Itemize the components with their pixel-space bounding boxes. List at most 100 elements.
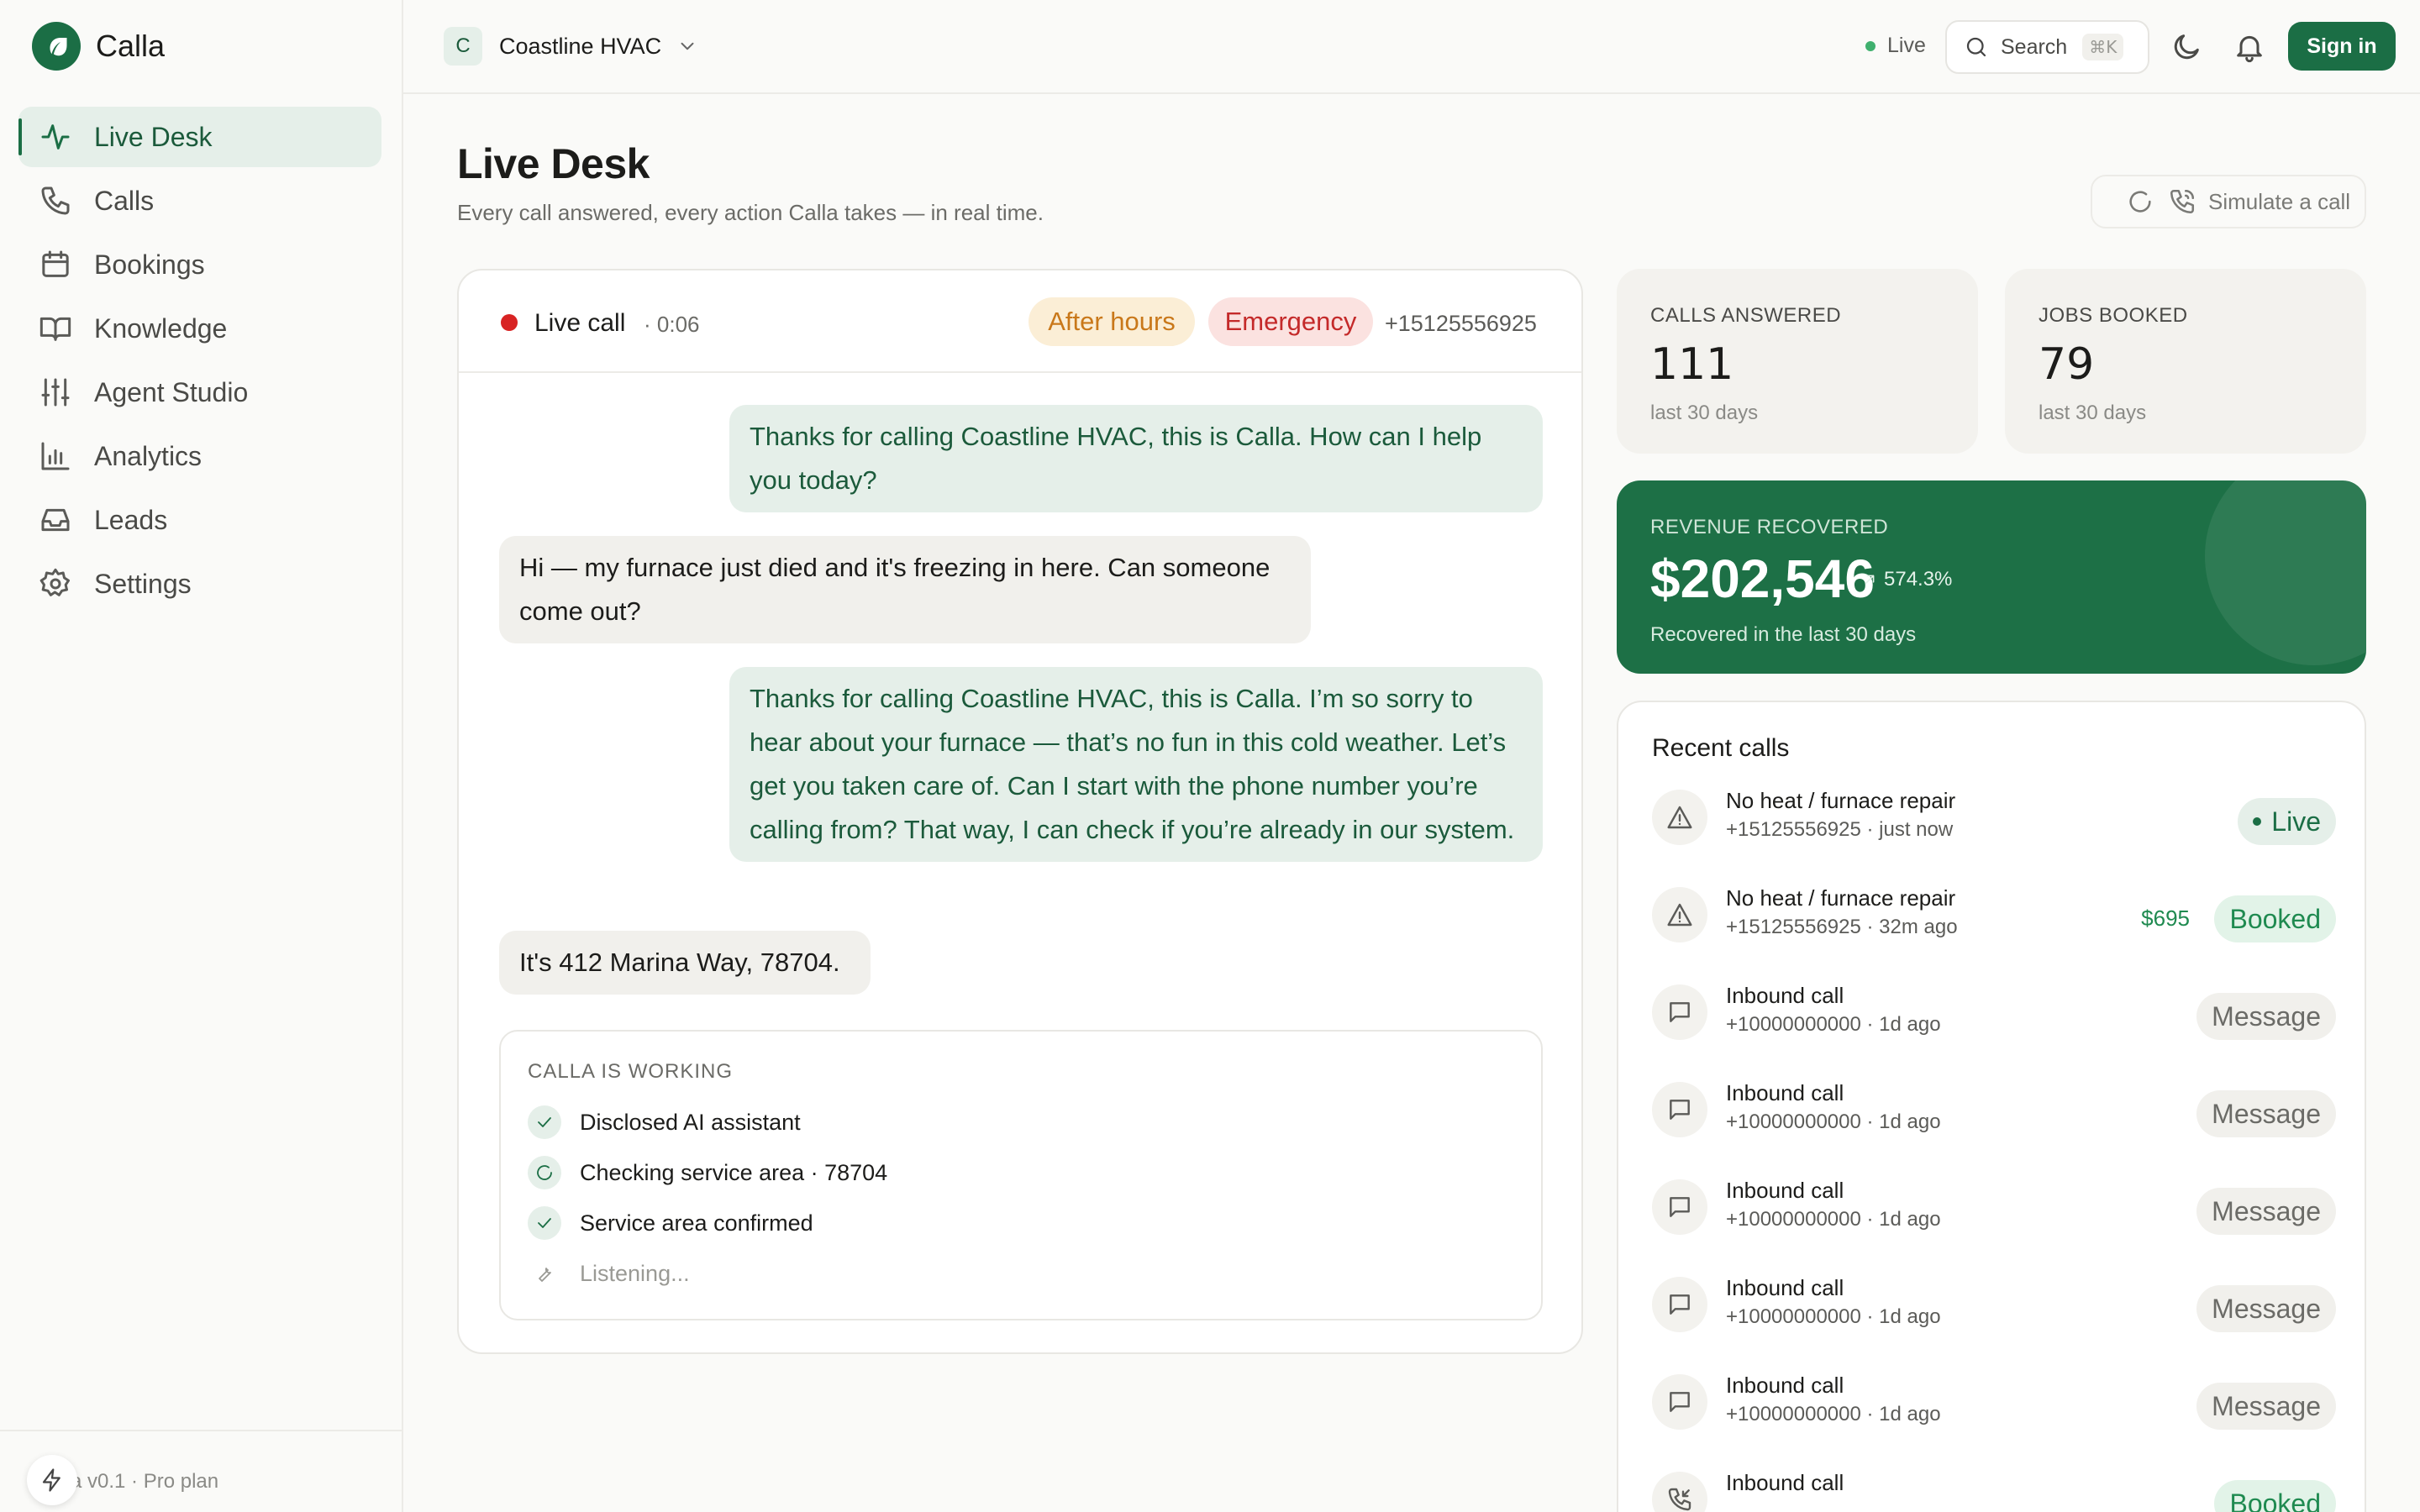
step-label: Listening... bbox=[580, 1260, 690, 1286]
recent-call-row[interactable]: Inbound call +10000000000 · 1d ago Messa… bbox=[1652, 1267, 2336, 1351]
recent-call-row[interactable]: Inbound call +10000000000 · 1d ago Messa… bbox=[1652, 974, 2336, 1058]
sidebar-item-leads[interactable]: Leads bbox=[18, 490, 381, 550]
message-icon bbox=[1652, 1374, 1707, 1430]
sidebar-item-agent-studio[interactable]: Agent Studio bbox=[18, 362, 381, 423]
decorative-circle bbox=[2205, 480, 2366, 665]
step-item: Checking service area · 78704 bbox=[528, 1156, 887, 1189]
agent-working-panel: CALLA IS WORKING Disclosed AI assistant … bbox=[499, 1030, 1543, 1320]
row-title: Inbound call bbox=[1726, 1373, 1844, 1398]
spinner-icon bbox=[528, 1156, 561, 1189]
recent-call-row[interactable]: Inbound call Booked bbox=[1652, 1462, 2336, 1512]
sidebar-item-label: Leads bbox=[94, 504, 168, 535]
sign-in-button[interactable]: Sign in bbox=[2288, 22, 2396, 71]
phone-icon bbox=[39, 184, 72, 218]
sidebar: Calla Live Desk Calls Bookings Knowledge… bbox=[0, 0, 403, 1512]
call-duration: · 0:06 bbox=[644, 312, 700, 337]
sidebar-item-bookings[interactable]: Bookings bbox=[18, 234, 381, 295]
row-subtitle: +15125556925 · just now bbox=[1726, 818, 1954, 841]
org-name: Coastline HVAC bbox=[499, 33, 662, 59]
revenue-note: Recovered in the last 30 days bbox=[1650, 623, 1917, 646]
sidebar-item-label: Live Desk bbox=[94, 121, 213, 152]
call-header: Live call · 0:06 After hours Emergency +… bbox=[459, 270, 1581, 373]
status-badge: Live bbox=[2238, 798, 2336, 845]
check-icon bbox=[528, 1206, 561, 1240]
agent-message: Thanks for calling Coastline HVAC, this … bbox=[729, 405, 1543, 512]
sidebar-item-settings[interactable]: Settings bbox=[18, 554, 381, 614]
stat-value: 79 bbox=[2039, 339, 2095, 390]
sidebar-item-calls[interactable]: Calls bbox=[18, 171, 381, 231]
sidebar-item-label: Settings bbox=[94, 568, 192, 599]
sidebar-item-label: Analytics bbox=[94, 440, 203, 471]
live-dot bbox=[1865, 40, 1876, 51]
status-badge: Message bbox=[2196, 1285, 2336, 1332]
sidebar-item-label: Agent Studio bbox=[94, 376, 249, 407]
recent-call-row[interactable]: Inbound call +10000000000 · 1d ago Messa… bbox=[1652, 1169, 2336, 1253]
row-title: Inbound call bbox=[1726, 1275, 1844, 1300]
recent-call-row[interactable]: No heat / furnace repair +15125556925 · … bbox=[1652, 780, 2336, 864]
row-subtitle: +10000000000 · 1d ago bbox=[1726, 1208, 1941, 1231]
row-title: Inbound call bbox=[1726, 983, 1844, 1008]
topbar: C Coastline HVAC Live Search ⌘K Sign in bbox=[403, 0, 2420, 94]
message-icon bbox=[1652, 1082, 1707, 1137]
check-icon bbox=[528, 1105, 561, 1139]
step-label: Service area confirmed bbox=[580, 1210, 813, 1236]
sidebar-item-label: Bookings bbox=[94, 249, 205, 280]
page-title: Live Desk bbox=[457, 140, 650, 187]
caller-phone: +15125556925 bbox=[1385, 311, 1537, 336]
row-title: No heat / furnace repair bbox=[1726, 788, 1956, 813]
working-title: CALLA IS WORKING bbox=[528, 1060, 734, 1083]
step-item: Disclosed AI assistant bbox=[528, 1105, 801, 1139]
live-call-panel: Live call · 0:06 After hours Emergency +… bbox=[457, 269, 1583, 1354]
status-badge: Booked bbox=[2214, 895, 2336, 942]
recent-call-row[interactable]: Inbound call +10000000000 · 1d ago Messa… bbox=[1652, 1072, 2336, 1156]
alert-triangle-icon bbox=[1652, 790, 1707, 845]
status-badge: Message bbox=[2196, 993, 2336, 1040]
recording-dot bbox=[501, 314, 518, 331]
caller-message: Hi — my furnace just died and it's freez… bbox=[499, 536, 1311, 643]
lightning-icon[interactable] bbox=[27, 1455, 77, 1505]
revenue-trend: 574.3% bbox=[1860, 568, 1952, 591]
status-badge: Booked bbox=[2214, 1480, 2336, 1512]
revenue-label: REVENUE RECOVERED bbox=[1650, 516, 1889, 538]
call-status: Live call bbox=[534, 309, 626, 337]
recent-calls-panel: Recent calls No heat / furnace repair +1… bbox=[1617, 701, 2366, 1512]
sidebar-item-label: Calls bbox=[94, 185, 155, 216]
gear-icon bbox=[39, 567, 72, 601]
sidebar-item-label: Knowledge bbox=[94, 312, 228, 344]
simulate-call-label: Simulate a call bbox=[2208, 188, 2351, 214]
row-title: No heat / furnace repair bbox=[1726, 885, 1956, 911]
brand[interactable]: Calla bbox=[32, 22, 165, 71]
brand-name: Calla bbox=[96, 29, 166, 63]
caller-message: It's 412 Marina Way, 78704. bbox=[499, 931, 871, 995]
live-label: Live bbox=[1887, 34, 1926, 57]
stat-calls-answered: CALLS ANSWERED 111 last 30 days bbox=[1617, 269, 1978, 454]
page-subtitle: Every call answered, every action Calla … bbox=[457, 200, 1044, 225]
message-icon bbox=[1652, 984, 1707, 1040]
status-badge: Message bbox=[2196, 1090, 2336, 1137]
sidebar-item-live-desk[interactable]: Live Desk bbox=[18, 107, 381, 167]
simulate-call-button[interactable]: Simulate a call bbox=[2091, 175, 2366, 228]
moon-icon[interactable] bbox=[2170, 30, 2203, 64]
stat-note: last 30 days bbox=[1650, 402, 1759, 424]
row-subtitle: +10000000000 · 1d ago bbox=[1726, 1403, 1941, 1425]
phone-incoming-icon bbox=[1652, 1472, 1707, 1512]
org-switcher[interactable]: C Coastline HVAC bbox=[444, 27, 698, 66]
row-title: Inbound call bbox=[1726, 1080, 1844, 1105]
row-subtitle: +10000000000 · 1d ago bbox=[1726, 1305, 1941, 1328]
row-subtitle: +10000000000 · 1d ago bbox=[1726, 1110, 1941, 1133]
step-label: Checking service area · 78704 bbox=[580, 1159, 888, 1185]
leaf-logo-icon bbox=[32, 22, 81, 71]
bell-icon[interactable] bbox=[2233, 30, 2266, 64]
row-subtitle: +15125556925 · 32m ago bbox=[1726, 916, 1958, 938]
phone-ringing-icon bbox=[2168, 187, 2196, 216]
agent-message: Thanks for calling Coastline HVAC, this … bbox=[729, 667, 1543, 862]
search-icon bbox=[1964, 34, 1989, 60]
row-title: Inbound call bbox=[1726, 1178, 1844, 1203]
sidebar-item-analytics[interactable]: Analytics bbox=[18, 426, 381, 486]
sidebar-item-knowledge[interactable]: Knowledge bbox=[18, 298, 381, 359]
stat-value: 111 bbox=[1650, 339, 1734, 390]
search-button[interactable]: Search ⌘K bbox=[1945, 20, 2149, 74]
recent-call-row[interactable]: Inbound call +10000000000 · 1d ago Messa… bbox=[1652, 1364, 2336, 1448]
booking-amount: $695 bbox=[2141, 906, 2190, 931]
recent-call-row[interactable]: No heat / furnace repair +15125556925 · … bbox=[1652, 877, 2336, 961]
